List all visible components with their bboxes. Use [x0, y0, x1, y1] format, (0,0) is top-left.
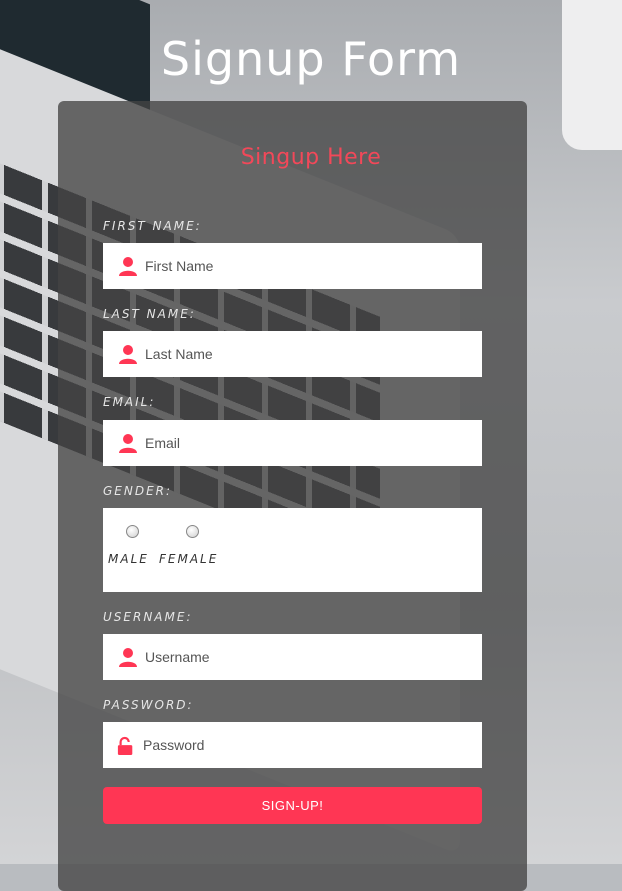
last-name-field[interactable]	[103, 331, 482, 377]
password-label: PASSWORD:	[103, 698, 194, 712]
user-icon	[119, 434, 137, 453]
username-label: USERNAME:	[103, 610, 193, 624]
user-icon	[119, 257, 137, 276]
form-heading: Singup Here	[240, 145, 382, 170]
password-input[interactable]	[143, 722, 463, 768]
email-input[interactable]	[145, 420, 465, 466]
first-name-label: FIRST NAME:	[103, 219, 202, 233]
gender-options: MALE FEMALE	[103, 508, 482, 592]
female-label: FEMALE	[159, 552, 219, 566]
user-icon	[119, 345, 137, 364]
user-icon	[119, 648, 137, 667]
page-title: Signup Form	[160, 31, 462, 86]
email-label: EMAIL:	[103, 395, 156, 409]
female-radio[interactable]	[186, 525, 199, 538]
password-field[interactable]	[103, 722, 482, 768]
unlock-icon	[117, 736, 133, 755]
gender-label: GENDER:	[103, 484, 173, 498]
male-radio[interactable]	[126, 525, 139, 538]
male-label: MALE	[108, 552, 149, 566]
last-name-label: LAST NAME:	[103, 307, 196, 321]
username-input[interactable]	[145, 634, 465, 680]
first-name-input[interactable]	[145, 243, 465, 289]
last-name-input[interactable]	[145, 331, 465, 377]
email-field[interactable]	[103, 420, 482, 466]
username-field[interactable]	[103, 634, 482, 680]
first-name-field[interactable]	[103, 243, 482, 289]
signup-button[interactable]: SIGN-UP!	[103, 787, 482, 824]
